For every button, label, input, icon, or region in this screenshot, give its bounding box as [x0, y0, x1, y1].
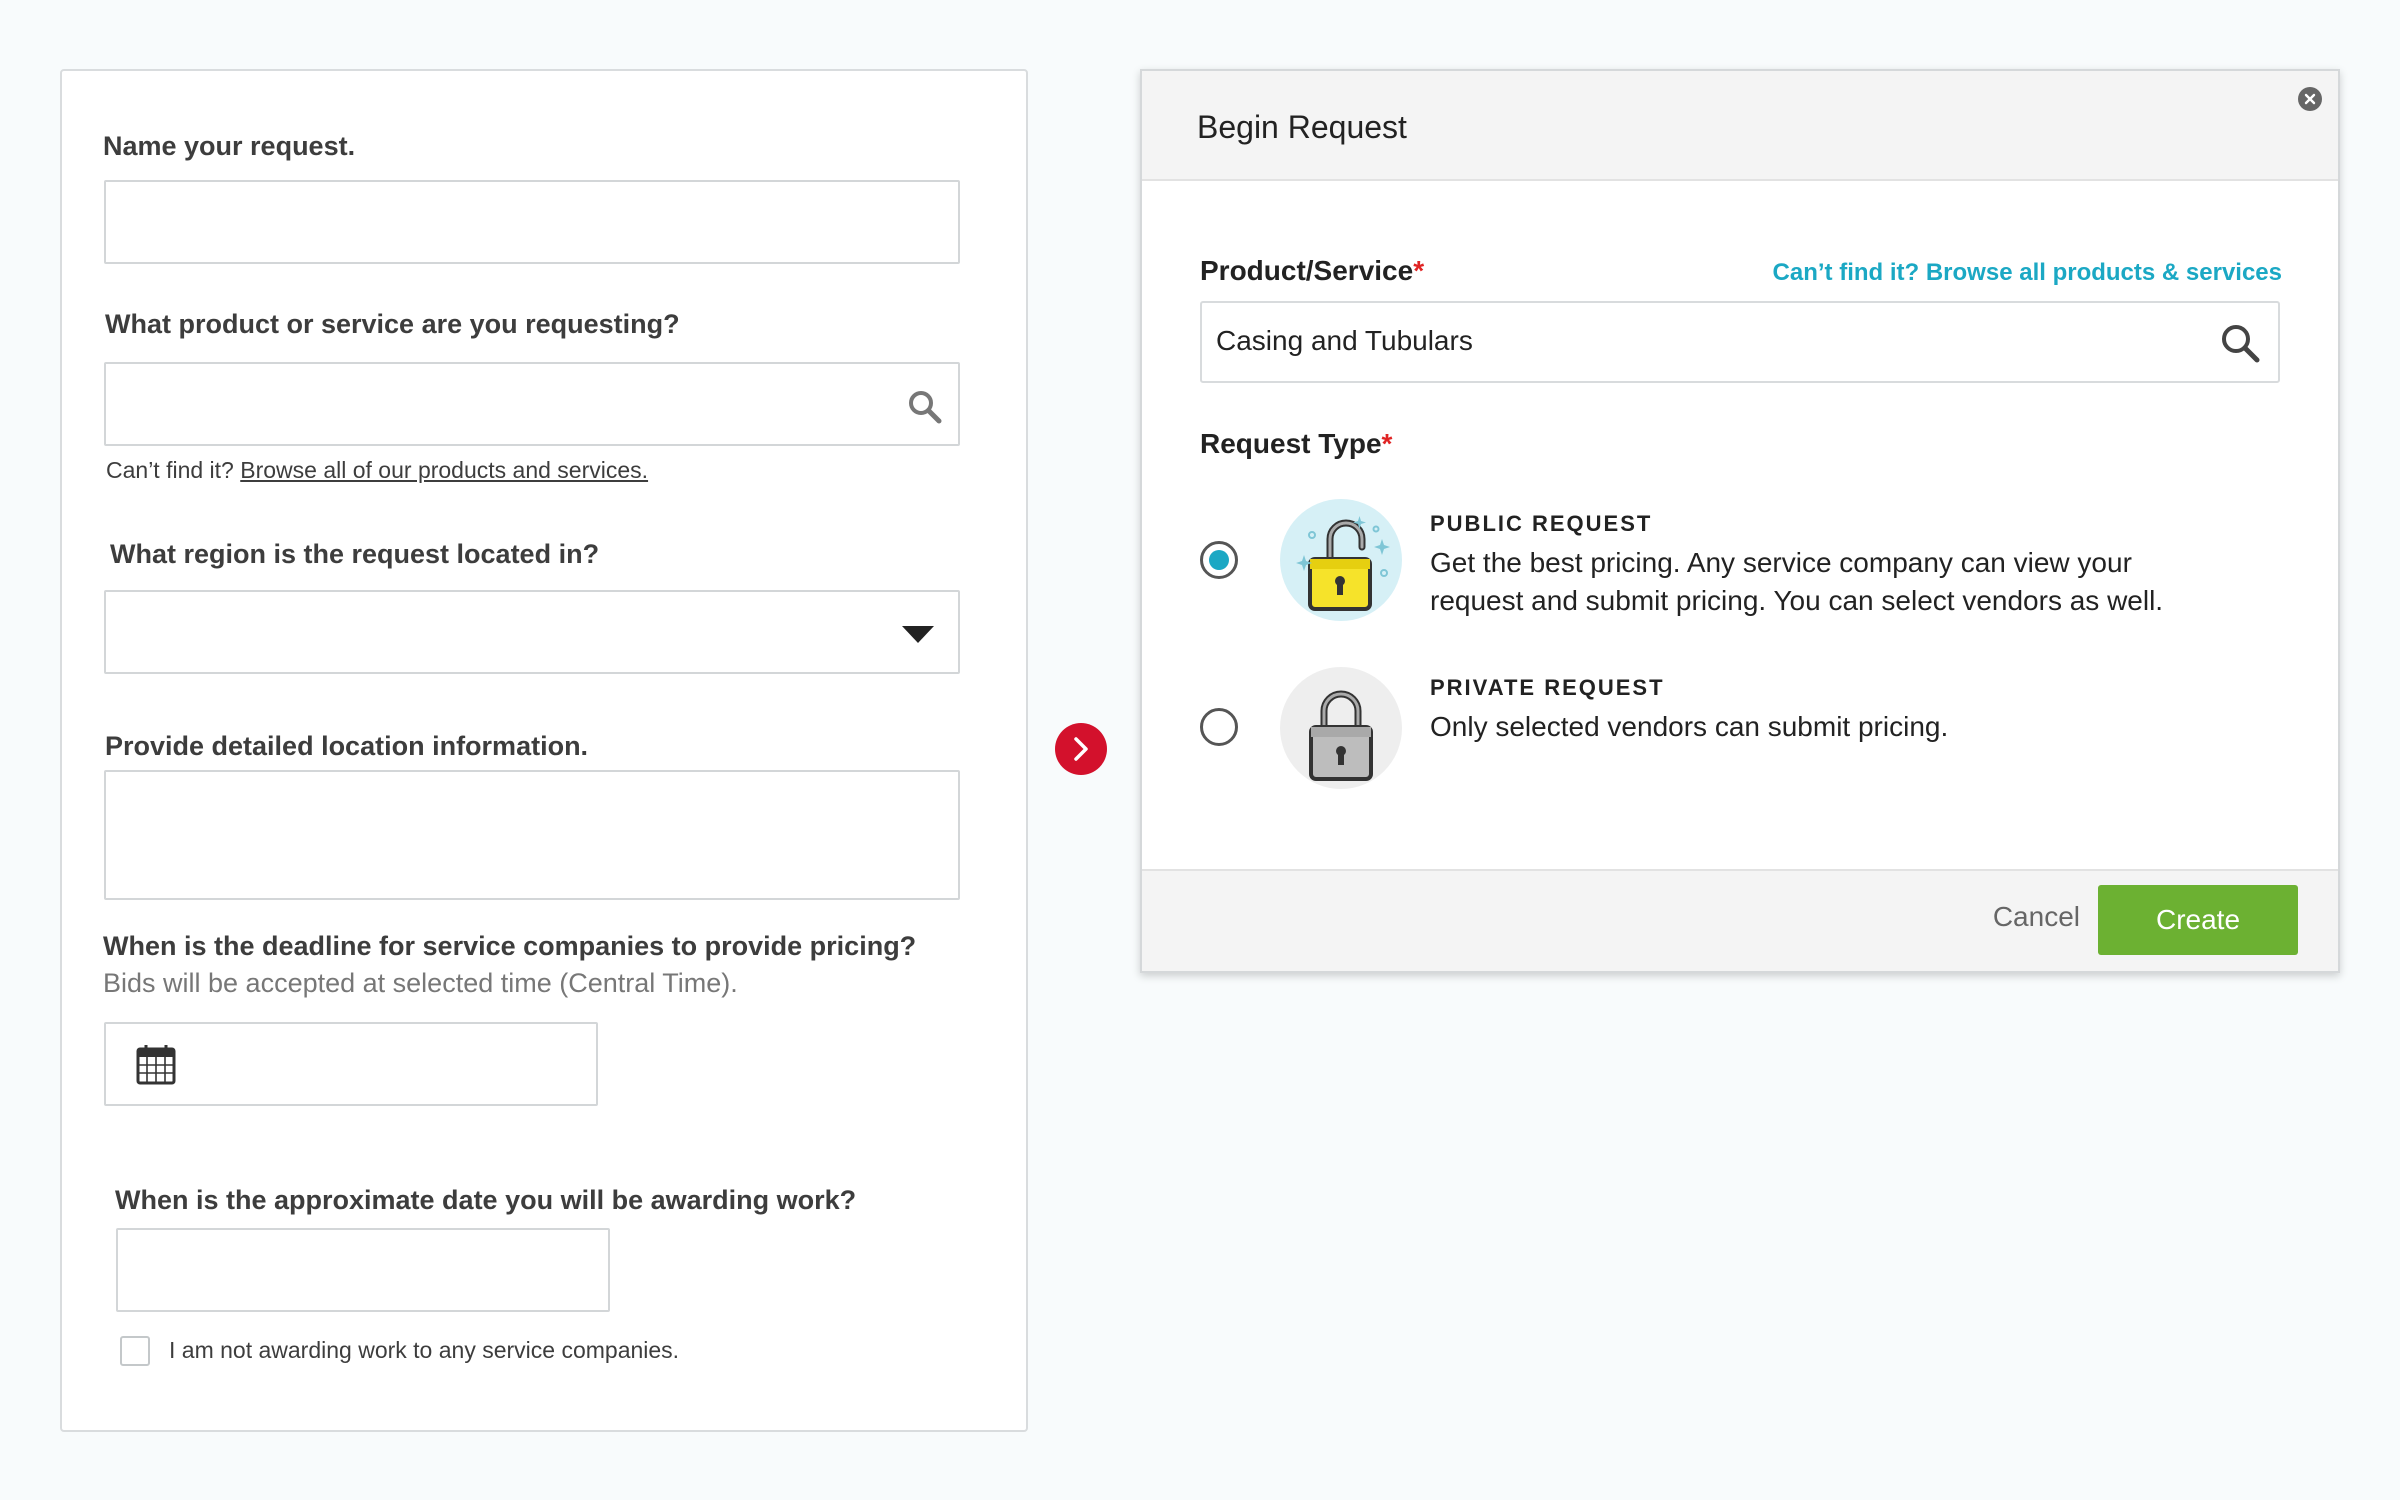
deadline-date-input[interactable]	[104, 1022, 598, 1106]
public-request-title: PUBLIC REQUEST	[1430, 511, 1653, 536]
award-date-input[interactable]	[116, 1228, 610, 1312]
browse-products-link[interactable]: Browse all of our products and services.	[240, 457, 648, 483]
region-label: What region is the request located in?	[110, 539, 600, 569]
public-request-radio[interactable]	[1200, 541, 1238, 579]
page: Name your request. What product or servi…	[0, 0, 2400, 1500]
required-mark: *	[1381, 428, 1393, 459]
next-step-arrow	[1055, 723, 1107, 775]
calendar-icon[interactable]	[136, 1043, 176, 1090]
modal-title: Begin Request	[1197, 109, 1407, 145]
product-help-prefix: Can’t find it?	[106, 457, 234, 483]
product-label: What product or service are you requesti…	[105, 309, 680, 339]
request-form-panel: Name your request. What product or servi…	[60, 69, 1028, 1432]
search-icon[interactable]	[2220, 323, 2260, 368]
product-service-value: Casing and Tubulars	[1216, 325, 1473, 356]
request-name-label: Name your request.	[103, 131, 356, 161]
public-request-description: Get the best pricing. Any service compan…	[1430, 547, 2164, 616]
private-request-description: Only selected vendors can submit pricing…	[1430, 711, 1949, 742]
locked-padlock-icon	[1280, 667, 1402, 789]
begin-request-modal: Begin Request Product/Service* Can’t fin…	[1140, 69, 2340, 973]
not-awarding-label: I am not awarding work to any service co…	[169, 1337, 680, 1363]
request-type-label-text: Request Type	[1200, 428, 1382, 459]
create-button[interactable]: Create	[2098, 885, 2298, 955]
browse-all-products-link[interactable]: Can’t find it? Browse all products & ser…	[1773, 259, 2282, 287]
not-awarding-checkbox[interactable]	[120, 1336, 150, 1366]
location-textarea[interactable]	[104, 770, 960, 900]
deadline-subtext: Bids will be accepted at selected time (…	[103, 968, 738, 998]
unlocked-padlock-icon	[1280, 499, 1402, 621]
location-label: Provide detailed location information.	[105, 731, 589, 761]
deadline-label: When is the deadline for service compani…	[103, 931, 917, 961]
modal-header: Begin Request	[1142, 71, 2338, 181]
product-help-text: Can’t find it? Browse all of our product…	[106, 457, 648, 484]
private-request-title: PRIVATE REQUEST	[1430, 675, 1665, 700]
request-type-label: Request Type*	[1200, 428, 1392, 460]
product-service-label-text: Product/Service	[1200, 255, 1414, 286]
private-request-radio[interactable]	[1200, 708, 1238, 746]
caret-down-icon	[902, 626, 934, 643]
close-icon[interactable]	[2298, 87, 2322, 111]
region-select[interactable]	[104, 590, 960, 674]
request-name-input[interactable]	[104, 180, 960, 264]
modal-footer: Cancel Create	[1142, 869, 2338, 971]
product-service-input[interactable]: Casing and Tubulars	[1200, 301, 2280, 383]
chevron-right-icon	[1070, 736, 1092, 762]
product-search-input[interactable]	[104, 362, 960, 446]
product-service-label: Product/Service*	[1200, 255, 1424, 287]
search-icon[interactable]	[908, 390, 942, 429]
award-date-label: When is the approximate date you will be…	[115, 1185, 857, 1215]
required-mark: *	[1413, 255, 1425, 286]
cancel-button[interactable]: Cancel	[1993, 901, 2080, 933]
